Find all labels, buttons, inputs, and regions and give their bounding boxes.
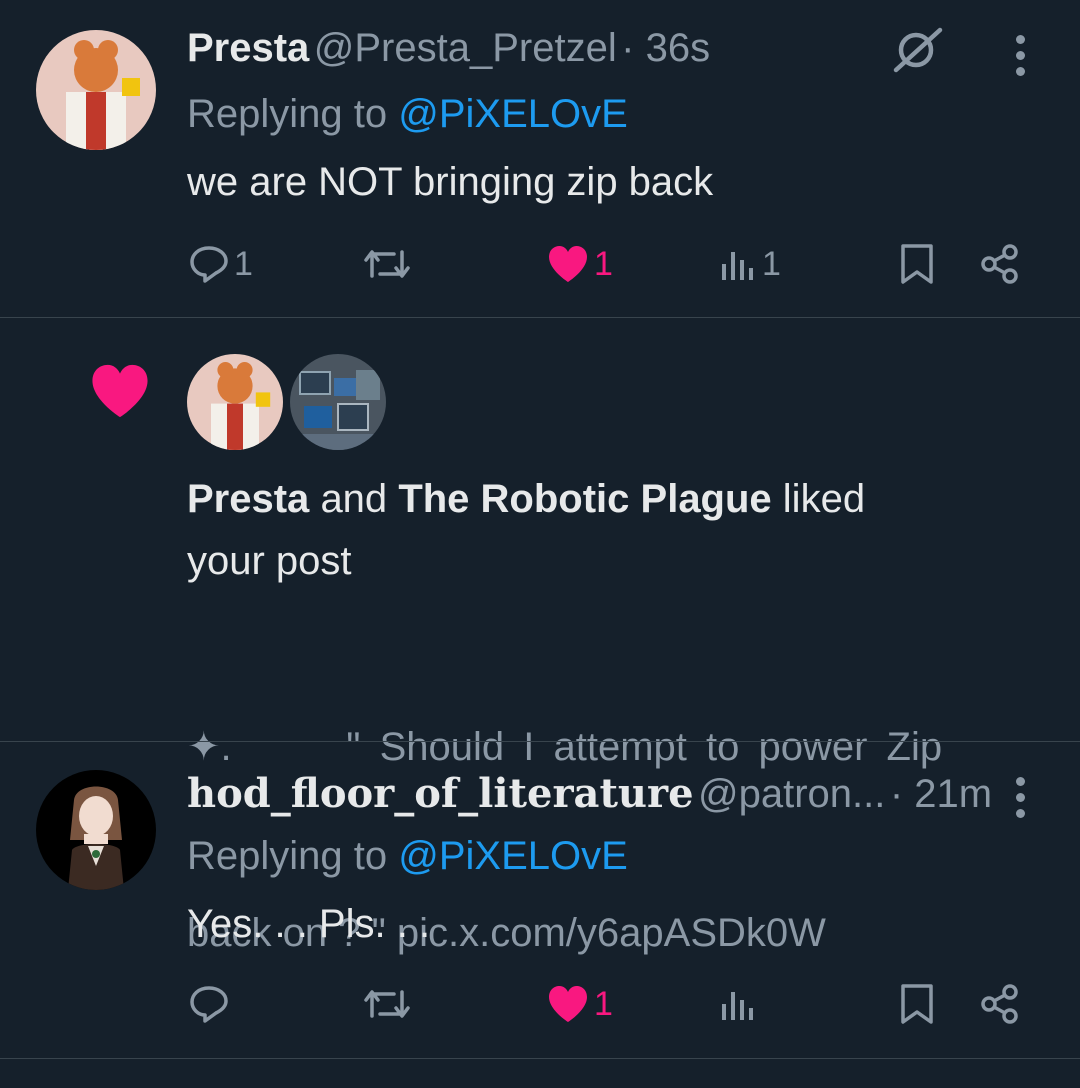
replying-to: Replying to @PiXELOvE — [187, 92, 628, 137]
actor-1[interactable]: Presta — [187, 477, 309, 521]
heart-icon — [88, 362, 152, 420]
replying-prefix: Replying to — [187, 92, 388, 136]
reply-icon — [190, 986, 228, 1023]
like-button[interactable]: 1 — [546, 244, 613, 284]
post-header: hod_floor_of_literature @patron... · 21m — [187, 770, 992, 817]
repost-icon — [364, 990, 410, 1018]
quoted-line-1: ✦. " Should I attempt to power Zip — [187, 725, 943, 769]
action-your-post: your post — [187, 539, 352, 583]
bookmark-icon — [901, 244, 933, 284]
like-button[interactable]: 1 — [546, 984, 613, 1024]
display-name[interactable]: hod_floor_of_literature — [187, 770, 694, 817]
heart-filled-icon — [549, 246, 587, 282]
views-count: 1 — [762, 244, 781, 283]
replying-handle[interactable]: @PiXELOvE — [398, 834, 628, 878]
like-count: 1 — [594, 984, 613, 1023]
more-vertical-icon[interactable] — [1016, 35, 1026, 83]
actor-2[interactable]: The Robotic Plague — [398, 477, 771, 521]
post-text: we are NOT bringing zip back — [187, 160, 714, 204]
share-icon — [981, 244, 1018, 284]
bookmark-button[interactable] — [898, 242, 936, 286]
connector: and — [320, 477, 388, 521]
timestamp[interactable]: · 21m — [890, 772, 992, 816]
share-icon — [981, 984, 1018, 1024]
display-name[interactable]: Presta — [187, 26, 309, 70]
replying-to: Replying to @PiXELOvE — [187, 834, 628, 879]
handle[interactable]: @Presta_Pretzel — [314, 26, 617, 70]
heart-filled-icon — [549, 986, 587, 1022]
avatar-robotic-plague[interactable] — [290, 354, 386, 450]
views-button[interactable] — [718, 984, 758, 1024]
notification-text: Presta and The Robotic Plague liked your… — [187, 468, 1027, 592]
avatar-hod[interactable] — [36, 770, 156, 890]
share-button[interactable] — [978, 982, 1022, 1026]
more-vertical-icon[interactable] — [1016, 777, 1026, 825]
reply-count: 1 — [234, 244, 253, 283]
share-button[interactable] — [978, 242, 1022, 286]
avatar-presta[interactable] — [36, 30, 156, 150]
bookmark-icon — [901, 984, 933, 1024]
divider — [0, 317, 1080, 318]
replying-handle[interactable]: @PiXELOvE — [398, 92, 628, 136]
avatar-presta[interactable] — [187, 354, 283, 450]
replying-prefix: Replying to — [187, 834, 388, 878]
like-count: 1 — [594, 244, 613, 283]
bookmark-button[interactable] — [898, 982, 936, 1026]
views-button[interactable]: 1 — [718, 244, 781, 284]
post-header: Presta @Presta_Pretzel · 36s — [187, 26, 710, 71]
views-icon — [722, 252, 753, 280]
divider — [0, 741, 1080, 742]
reply-button[interactable]: 1 — [188, 244, 253, 284]
views-icon — [722, 992, 753, 1020]
divider — [0, 1058, 1080, 1059]
repost-button[interactable] — [362, 986, 412, 1022]
timestamp[interactable]: · 36s — [621, 26, 710, 70]
repost-icon — [364, 250, 410, 278]
post-text: Yes. . . Pls. . . — [187, 902, 431, 946]
reply-icon — [190, 246, 228, 283]
reply-button[interactable] — [188, 984, 230, 1024]
handle[interactable]: @patron... — [698, 772, 885, 816]
repost-button[interactable] — [362, 246, 412, 282]
grok-icon[interactable] — [892, 26, 944, 74]
action-liked: liked — [782, 477, 866, 521]
